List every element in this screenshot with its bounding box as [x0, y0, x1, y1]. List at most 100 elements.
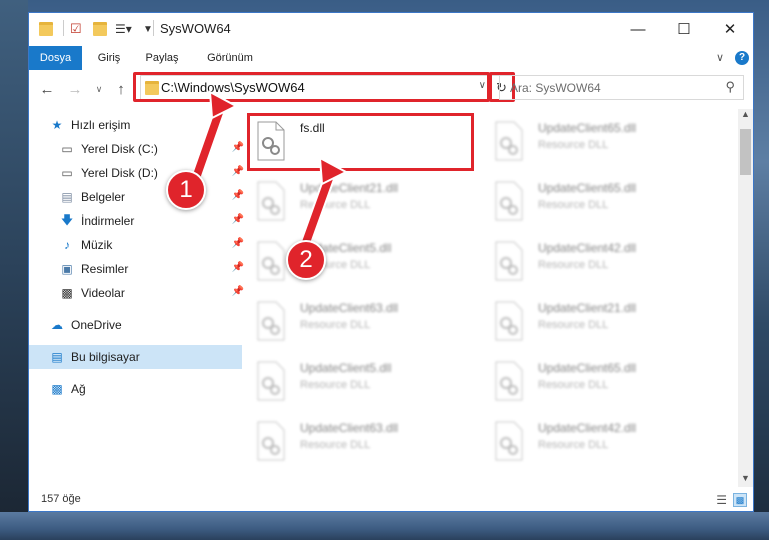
- file-highlight-box: [247, 113, 474, 171]
- sidebar-item-local-disk-d[interactable]: ▭ Yerel Disk (D:) 📌: [29, 161, 252, 185]
- scroll-down-icon[interactable]: ▼: [738, 473, 753, 487]
- navigation-pane: ★ Hızlı erişim ▭ Yerel Disk (C:) 📌 ▭ Yer…: [29, 111, 244, 491]
- customize-toolbar-icon[interactable]: ☰▾: [115, 20, 132, 38]
- explorer-window: ☑ ☰▾ ▼ SysWOW64 — ☐ ✕ Dosya Giriş Paylaş…: [28, 12, 754, 512]
- sidebar-item-quick-access[interactable]: ★ Hızlı erişim: [29, 113, 242, 137]
- status-bar: 157 öğe ☰ ▩: [29, 491, 753, 511]
- picture-icon: ▣: [61, 262, 73, 276]
- title-bar: ☑ ☰▾ ▼ SysWOW64 — ☐ ✕: [29, 13, 753, 45]
- folder-icon: [39, 20, 53, 38]
- file-item[interactable]: UpdateClient42.dll Resource DLL: [486, 415, 716, 467]
- file-type: Resource DLL: [538, 259, 609, 271]
- cloud-icon: ☁: [51, 318, 63, 332]
- music-icon: ♪: [64, 238, 70, 252]
- item-count: 157 öğe: [41, 493, 81, 505]
- file-item[interactable]: UpdateClient65.dll Resource DLL: [486, 175, 716, 227]
- dll-file-icon: [495, 301, 523, 341]
- recent-locations-icon[interactable]: ∨: [89, 79, 109, 99]
- dll-file-icon: [495, 421, 523, 461]
- window-title: SysWOW64: [160, 21, 231, 36]
- sidebar-item-downloads[interactable]: 🡇 İndirmeler 📌: [29, 209, 252, 233]
- scroll-up-icon[interactable]: ▲: [738, 109, 753, 123]
- tab-home[interactable]: Giriş: [87, 46, 131, 70]
- properties-icon[interactable]: ☑: [70, 20, 82, 38]
- sidebar-item-this-pc[interactable]: ▤ Bu bilgisayar: [29, 345, 242, 369]
- dll-file-icon: [495, 241, 523, 281]
- file-item[interactable]: UpdateClient21.dll Resource DLL: [248, 175, 478, 227]
- file-type: Resource DLL: [538, 379, 609, 391]
- dll-file-icon: [257, 301, 285, 341]
- file-item[interactable]: UpdateClient65.dll Resource DLL: [486, 355, 716, 407]
- back-arrow-icon[interactable]: ←: [37, 79, 57, 99]
- sidebar-item-local-disk-c[interactable]: ▭ Yerel Disk (C:) 📌: [29, 137, 252, 161]
- file-name: UpdateClient65.dll: [538, 361, 637, 375]
- sidebar-item-music[interactable]: ♪ Müzik 📌: [29, 233, 252, 257]
- chevron-down-icon[interactable]: ▼: [143, 20, 153, 38]
- callout-2: 2: [286, 240, 326, 280]
- drive-icon: ▭: [61, 142, 73, 156]
- dll-file-icon: [495, 361, 523, 401]
- sidebar-item-label: Hızlı erişim: [71, 118, 131, 132]
- sidebar-item-network[interactable]: ▩ Ağ: [29, 377, 242, 401]
- dll-file-icon: [257, 361, 285, 401]
- file-item[interactable]: UpdateClient5.dll Resource DLL: [248, 235, 478, 287]
- drive-icon: ▭: [61, 166, 73, 180]
- file-name: UpdateClient63.dll: [300, 301, 399, 315]
- file-type: Resource DLL: [300, 199, 371, 211]
- sidebar-item-label: İndirmeler: [81, 214, 135, 228]
- file-type: Resource DLL: [538, 319, 609, 331]
- sidebar-item-label: Yerel Disk (C:): [81, 142, 158, 156]
- sidebar-item-label: Müzik: [81, 238, 113, 252]
- file-item[interactable]: UpdateClient65.dll Resource DLL: [486, 115, 716, 167]
- scrollbar-thumb[interactable]: [740, 129, 751, 175]
- large-icons-view-icon[interactable]: ▩: [733, 493, 747, 507]
- search-input[interactable]: Ara: SysWOW64 ⚲: [499, 75, 744, 100]
- star-icon: ★: [51, 118, 63, 132]
- sidebar-item-videos[interactable]: ▩ Videolar 📌: [29, 281, 252, 305]
- expand-ribbon-icon[interactable]: ∨: [713, 46, 727, 70]
- file-item[interactable]: UpdateClient5.dll Resource DLL: [248, 355, 478, 407]
- up-arrow-icon[interactable]: ↑: [111, 79, 131, 99]
- desktop-background: [0, 0, 28, 540]
- sidebar-item-label: Bu bilgisayar: [71, 350, 140, 364]
- document-icon: ▤: [61, 190, 73, 204]
- dll-file-icon: [495, 121, 523, 161]
- help-icon[interactable]: ?: [735, 51, 749, 65]
- sidebar-item-pictures[interactable]: ▣ Resimler 📌: [29, 257, 252, 281]
- sidebar-item-onedrive[interactable]: ☁ OneDrive: [29, 313, 242, 337]
- tab-share[interactable]: Paylaş: [136, 46, 188, 70]
- close-button[interactable]: ✕: [707, 13, 753, 45]
- dll-file-icon: [257, 421, 285, 461]
- file-item[interactable]: UpdateClient42.dll Resource DLL: [486, 235, 716, 287]
- callout-1: 1: [166, 170, 206, 210]
- file-name: UpdateClient5.dll: [300, 361, 392, 375]
- tab-view[interactable]: Görünüm: [195, 46, 265, 70]
- forward-arrow-icon[interactable]: →: [65, 79, 85, 99]
- minimize-button[interactable]: —: [615, 13, 661, 45]
- file-type: Resource DLL: [538, 139, 609, 151]
- file-item[interactable]: UpdateClient63.dll Resource DLL: [248, 295, 478, 347]
- computer-icon: ▤: [51, 350, 63, 364]
- sidebar-item-label: Ağ: [71, 382, 86, 396]
- file-item[interactable]: UpdateClient21.dll Resource DLL: [486, 295, 716, 347]
- tab-file[interactable]: Dosya: [29, 46, 82, 70]
- sidebar-item-documents[interactable]: ▤ Belgeler 📌: [29, 185, 252, 209]
- file-type: Resource DLL: [538, 439, 609, 451]
- file-type: Resource DLL: [300, 319, 371, 331]
- details-view-icon[interactable]: ☰: [716, 493, 727, 507]
- maximize-button[interactable]: ☐: [661, 13, 707, 45]
- search-icon[interactable]: ⚲: [725, 79, 735, 95]
- file-item[interactable]: UpdateClient63.dll Resource DLL: [248, 415, 478, 467]
- file-type: Resource DLL: [300, 439, 371, 451]
- sidebar-item-label: Videolar: [81, 286, 125, 300]
- vertical-scrollbar[interactable]: ▲ ▼: [738, 109, 753, 487]
- network-icon: ▩: [51, 382, 63, 396]
- dll-file-icon: [257, 181, 285, 221]
- dll-file-icon: [257, 241, 285, 281]
- sidebar-item-label: Belgeler: [81, 190, 126, 204]
- separator: [63, 20, 64, 36]
- file-name: UpdateClient42.dll: [538, 241, 637, 255]
- new-folder-icon[interactable]: [93, 20, 107, 38]
- file-name: UpdateClient65.dll: [538, 121, 637, 135]
- sidebar-item-label: Resimler: [81, 262, 129, 276]
